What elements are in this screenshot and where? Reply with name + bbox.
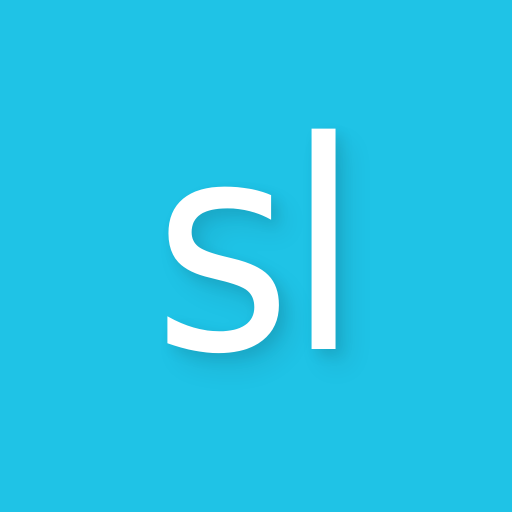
app-icon: sl (0, 0, 512, 512)
logo-text: sl (152, 81, 361, 418)
